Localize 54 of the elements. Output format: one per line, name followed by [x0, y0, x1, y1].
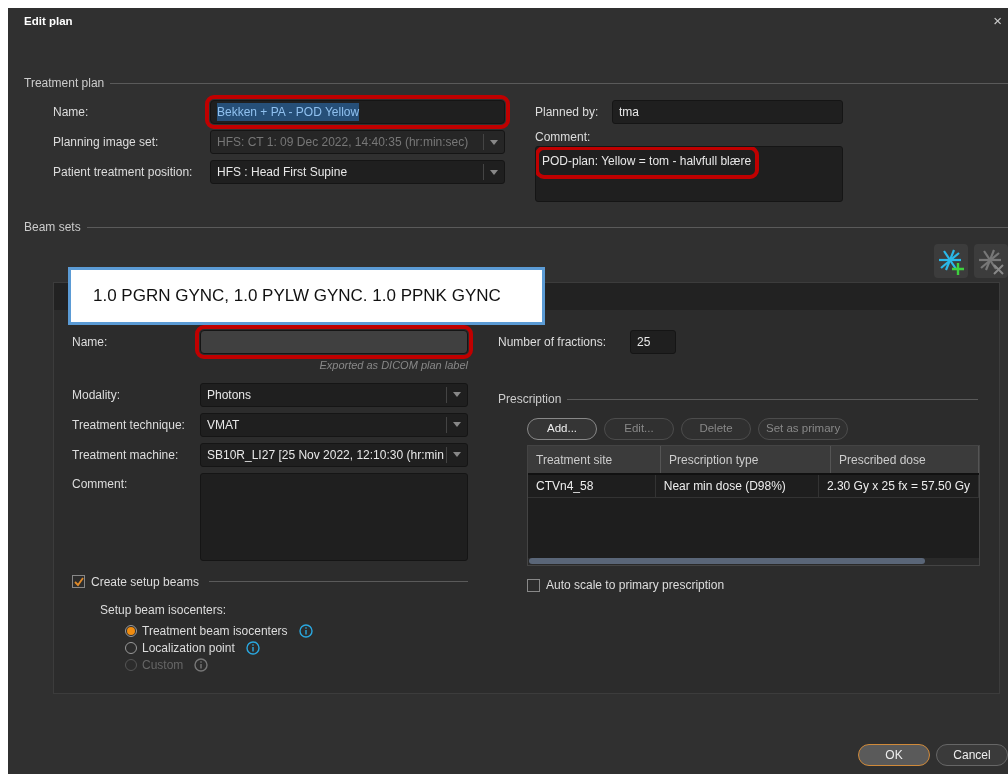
column-header[interactable]: Prescribed dose	[831, 446, 979, 473]
radio-label: Custom	[142, 657, 184, 674]
checkbox-label: Create setup beams	[91, 573, 200, 591]
radio-label: Treatment beam isocenters	[142, 623, 288, 640]
field-label: Setup beam isocenters:	[100, 601, 228, 619]
dropdown-arrow-icon	[453, 392, 461, 397]
dropdown-arrow-icon	[453, 452, 461, 457]
field-label: Planned by:	[535, 104, 600, 121]
ok-button[interactable]: OK	[858, 744, 930, 766]
section-heading: Prescription	[498, 391, 562, 408]
checkbox[interactable]	[527, 578, 540, 592]
dropdown[interactable]: HFS : Head First Supine	[210, 160, 505, 184]
table-cell[interactable]: CTVn4_58	[528, 475, 656, 497]
info-icon[interactable]	[298, 624, 313, 638]
radio-label: Localization point	[142, 640, 235, 657]
prescription-button[interactable]: Add...	[527, 418, 597, 440]
hint-text: Exported as DICOM plan label	[318, 358, 468, 373]
field-label: Comment:	[72, 475, 129, 493]
field-label: Name:	[72, 334, 109, 351]
dropdown-arrow-icon	[490, 139, 498, 145]
callout-box: 1.0 PGRN GYNC, 1.0 PYLW GYNC. 1.0 PPNK GYNC	[68, 267, 545, 325]
add-beam-set-button[interactable]	[934, 244, 968, 278]
field-label: Comment:	[535, 129, 592, 146]
field-label: Treatment technique:	[72, 416, 186, 434]
field-label: Patient treatment position:	[53, 164, 194, 181]
radio-button[interactable]	[125, 625, 137, 637]
info-icon[interactable]	[194, 658, 209, 672]
field-label: Planning image set:	[53, 134, 160, 151]
section-heading: Beam sets	[24, 219, 81, 236]
cancel-button[interactable]: Cancel	[936, 744, 1008, 766]
table-cell[interactable]: 2.30 Gy x 25 fx = 57.50 Gy	[818, 475, 979, 497]
scrollbar-thumb[interactable]	[529, 558, 925, 564]
dropdown-arrow-icon	[490, 169, 498, 175]
field-label: Number of fractions:	[498, 334, 608, 351]
dropdown-arrow-icon	[453, 422, 461, 427]
checkbox[interactable]	[72, 575, 85, 588]
dialog-title: Edit plan	[24, 14, 73, 29]
field-label: Treatment machine:	[72, 446, 180, 464]
dropdown: HFS: CT 1: 09 Dec 2022, 14:40:35 (hr:min:sec)	[210, 130, 505, 154]
field-label: Modality:	[72, 386, 122, 404]
field-label: Name:	[53, 104, 90, 121]
table-cell[interactable]: Near min dose (D98%)	[655, 475, 819, 497]
close-button[interactable]: ×	[991, 10, 1004, 33]
dropdown[interactable]: SB10R_LI27 [25 Nov 2022, 12:10:30 (hr:min	[200, 442, 468, 467]
column-header[interactable]: Treatment site	[528, 446, 661, 473]
number-field[interactable]: 25	[630, 330, 676, 354]
dropdown[interactable]: VMAT	[200, 412, 468, 437]
comment-field[interactable]: POD-plan: Yellow = tom - halvfull blære	[535, 146, 843, 202]
checkbox-label: Auto scale to primary prescription	[546, 577, 725, 594]
info-icon[interactable]	[245, 641, 260, 655]
text-field[interactable]: tma	[612, 100, 843, 124]
column-header[interactable]: Prescription type	[661, 446, 831, 473]
section-heading: Treatment plan	[24, 75, 105, 92]
dropdown[interactable]: Photons	[200, 382, 468, 407]
